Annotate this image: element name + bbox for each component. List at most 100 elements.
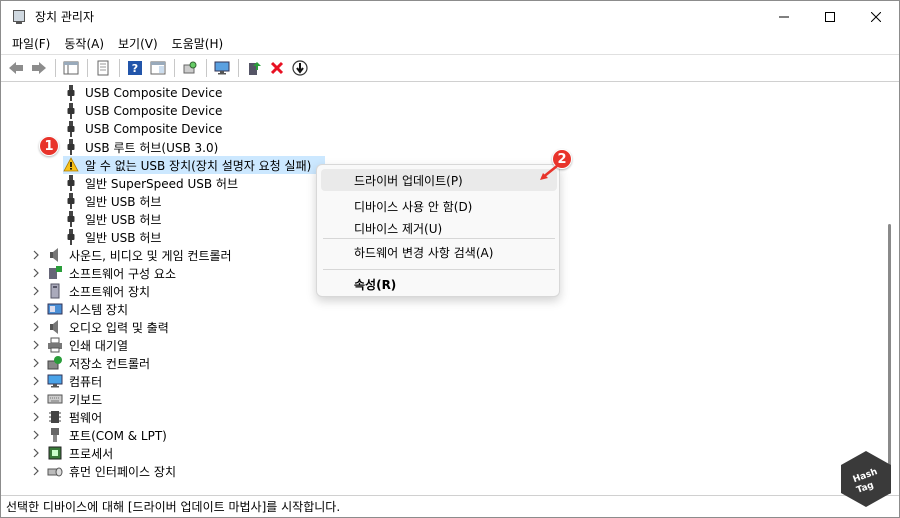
vertical-scrollbar[interactable]: [882, 84, 898, 494]
chevron-right-icon[interactable]: [29, 264, 43, 282]
update-driver-toolbar-button[interactable]: [243, 57, 265, 79]
system-device-icon: [47, 301, 63, 317]
minimize-icon: [779, 16, 789, 17]
properties-toolbar-button[interactable]: [92, 57, 114, 79]
chevron-right-icon[interactable]: [29, 390, 43, 408]
down-arrow-circle-icon: [292, 60, 308, 76]
tree-item-label: 시스템 장치: [69, 302, 129, 317]
tree-category-system-devices[interactable]: 시스템 장치: [29, 300, 128, 318]
tree-category-processors[interactable]: 프로세서: [29, 444, 113, 462]
menu-item-properties[interactable]: 속성(R): [321, 273, 557, 295]
tree-category-storage-controllers[interactable]: 저장소 컨트롤러: [29, 354, 150, 372]
chevron-right-icon[interactable]: [29, 426, 43, 444]
usb-plug-icon: [63, 175, 79, 191]
menu-view[interactable]: 보기(V): [111, 35, 165, 52]
tree-category-sound-video[interactable]: 사운드, 비디오 및 게임 컨트롤러: [29, 246, 232, 264]
firmware-chip-icon: [47, 409, 63, 425]
forward-arrow-icon: [32, 62, 46, 74]
tree-item-usb-composite-1[interactable]: USB Composite Device: [63, 84, 222, 102]
chevron-right-icon[interactable]: [29, 318, 43, 336]
status-bar: 선택한 디바이스에 대해 [드라이버 업데이트 마법사]를 시작합니다.: [1, 495, 899, 517]
hashtag-watermark-logo: Hash Tag: [839, 449, 893, 509]
menu-item-label: 드라이버 업데이트(P): [354, 173, 463, 188]
tree-item-label: 일반 USB 허브: [85, 194, 162, 209]
tree-item-usb-root-hub[interactable]: USB 루트 허브(USB 3.0): [63, 138, 218, 156]
tree-item-label: 알 수 없는 USB 장치(장치 설명자 요청 실패): [85, 158, 312, 173]
tree-item-label: USB Composite Device: [85, 122, 223, 136]
chevron-right-icon[interactable]: [29, 354, 43, 372]
tree-item-usb-hub-3[interactable]: 일반 USB 허브: [63, 228, 161, 246]
tree-item-label: 컴퓨터: [69, 374, 103, 389]
tree-category-print-queues[interactable]: 인쇄 대기열: [29, 336, 128, 354]
menu-item-label: 디바이스 사용 안 함(D): [354, 199, 473, 214]
scan-hardware-button[interactable]: [179, 57, 201, 79]
port-icon: [47, 427, 63, 443]
step-badge-1: 1: [39, 136, 59, 156]
view-toggle-button[interactable]: [147, 57, 169, 79]
chevron-right-icon[interactable]: [29, 336, 43, 354]
usb-plug-icon: [63, 193, 79, 209]
tree-item-usb-composite-2[interactable]: USB Composite Device: [63, 102, 222, 120]
tree-item-usb-composite-3[interactable]: USB Composite Device: [63, 120, 222, 138]
monitor-button[interactable]: [211, 57, 233, 79]
tree-item-superspeed-hub[interactable]: 일반 SuperSpeed USB 허브: [63, 174, 238, 192]
close-button[interactable]: [853, 1, 899, 32]
chevron-right-icon[interactable]: [29, 246, 43, 264]
chevron-right-icon[interactable]: [29, 408, 43, 426]
tree-category-keyboards[interactable]: 키보드: [29, 390, 102, 408]
menu-item-disable-device[interactable]: 디바이스 사용 안 함(D): [321, 195, 557, 217]
speaker-icon: [47, 247, 63, 263]
tree-category-software-components[interactable]: 소프트웨어 구성 요소: [29, 264, 176, 282]
tree-item-label: 일반 USB 허브: [85, 212, 162, 227]
help-button[interactable]: ?: [124, 57, 146, 79]
properties-page-icon: [97, 60, 109, 76]
show-hide-console-tree-button[interactable]: [60, 57, 82, 79]
menu-item-label: 하드웨어 변경 사항 검색(A): [354, 245, 494, 260]
menu-item-scan-hardware[interactable]: 하드웨어 변경 사항 검색(A): [321, 241, 557, 263]
menu-action[interactable]: 동작(A): [57, 35, 111, 52]
tree-item-label: 휴먼 인터페이스 장치: [69, 464, 176, 479]
close-icon: [871, 11, 881, 22]
maximize-button[interactable]: [807, 1, 853, 32]
tree-category-hid[interactable]: 휴먼 인터페이스 장치: [29, 462, 176, 480]
tree-category-audio-io[interactable]: 오디오 입력 및 출력: [29, 318, 169, 336]
chevron-right-icon[interactable]: [29, 444, 43, 462]
forward-button[interactable]: [28, 57, 50, 79]
menu-item-uninstall-device[interactable]: 디바이스 제거(U): [321, 217, 557, 239]
tree-category-firmware[interactable]: 펌웨어: [29, 408, 102, 426]
menu-item-update-driver[interactable]: 드라이버 업데이트(P): [321, 169, 557, 191]
warning-icon: [63, 157, 79, 173]
device-manager-window: 장치 관리자 파일(F) 동작(A) 보기(V) 도움말(H) ? USB Co…: [0, 0, 900, 518]
tree-category-computer[interactable]: 컴퓨터: [29, 372, 102, 390]
tree-item-label: 포트(COM & LPT): [69, 428, 167, 443]
menu-separator: [323, 269, 555, 270]
tree-item-label: 일반 SuperSpeed USB 허브: [85, 176, 239, 191]
context-menu: 드라이버 업데이트(P) 디바이스 사용 안 함(D) 디바이스 제거(U) 하…: [316, 164, 560, 297]
tree-item-unknown-usb-device[interactable]: 알 수 없는 USB 장치(장치 설명자 요청 실패): [63, 156, 311, 174]
red-x-icon: [270, 61, 284, 75]
usb-plug-icon: [63, 121, 79, 137]
tree-category-ports[interactable]: 포트(COM & LPT): [29, 426, 167, 444]
chevron-right-icon[interactable]: [29, 372, 43, 390]
disable-toolbar-button[interactable]: [289, 57, 311, 79]
chevron-right-icon[interactable]: [29, 462, 43, 480]
menu-help[interactable]: 도움말(H): [165, 35, 231, 52]
svg-text:?: ?: [132, 62, 138, 75]
minimize-button[interactable]: [761, 1, 807, 32]
back-button[interactable]: [5, 57, 27, 79]
chevron-right-icon[interactable]: [29, 300, 43, 318]
chevron-right-icon[interactable]: [29, 282, 43, 300]
tree-item-usb-hub-2[interactable]: 일반 USB 허브: [63, 210, 161, 228]
device-manager-icon: [11, 9, 27, 25]
speaker-icon: [47, 319, 63, 335]
tree-item-usb-hub-1[interactable]: 일반 USB 허브: [63, 192, 161, 210]
uninstall-toolbar-button[interactable]: [266, 57, 288, 79]
menu-file[interactable]: 파일(F): [5, 35, 57, 52]
scan-hardware-icon: [183, 61, 197, 74]
back-arrow-icon: [9, 62, 23, 74]
tree-item-label: 프로세서: [69, 446, 114, 461]
usb-plug-icon: [63, 211, 79, 227]
tree-item-label: USB 루트 허브(USB 3.0): [85, 140, 219, 155]
software-device-icon: [47, 283, 63, 299]
tree-category-software-devices[interactable]: 소프트웨어 장치: [29, 282, 150, 300]
